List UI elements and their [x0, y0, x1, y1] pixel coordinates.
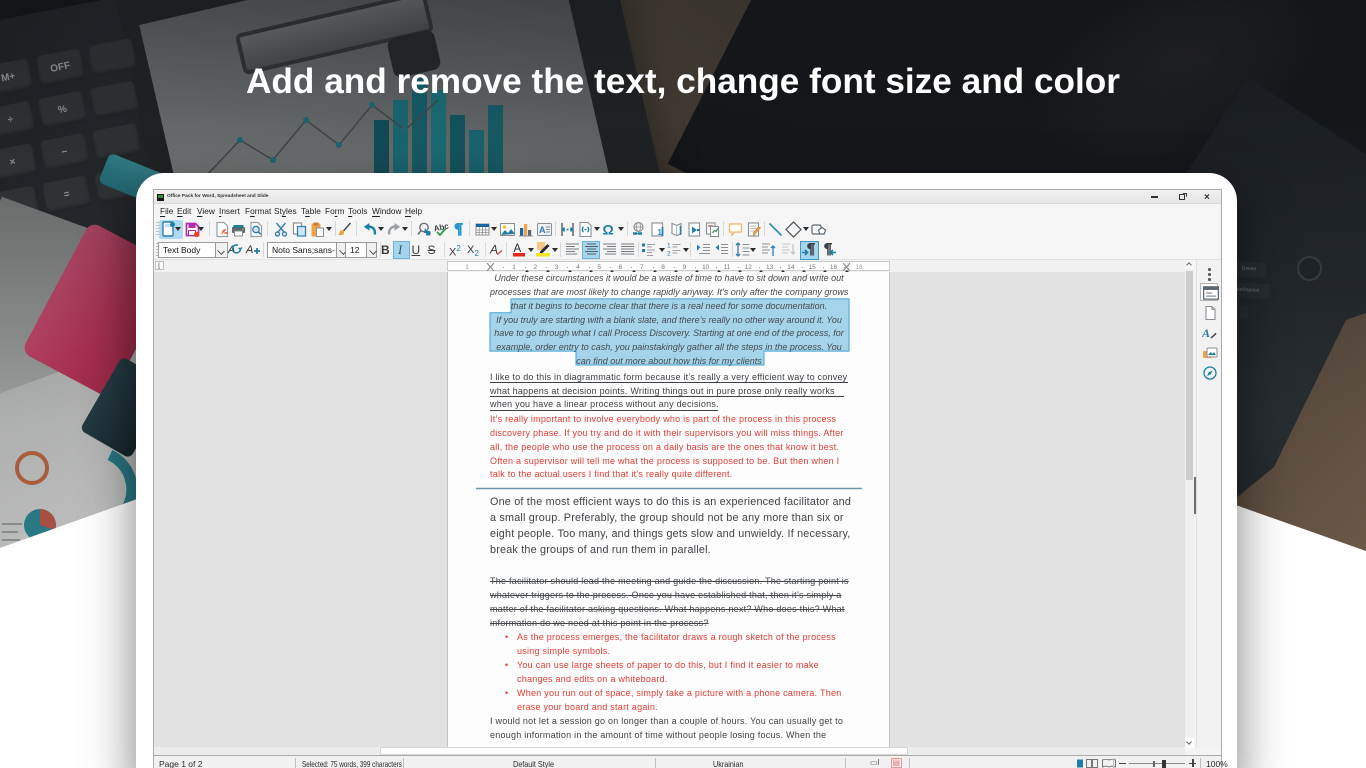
svg-text:Ω: Ω [603, 222, 614, 238]
svg-text:A: A [539, 225, 546, 235]
svg-text:Abc: Abc [433, 221, 450, 233]
svg-text:1: 1 [667, 243, 671, 250]
svg-text:2: 2 [667, 251, 671, 258]
svg-text:A: A [489, 243, 498, 257]
svg-text:A: A [245, 244, 253, 256]
svg-text:1: 1 [658, 228, 663, 237]
svg-text:A: A [1202, 326, 1210, 340]
